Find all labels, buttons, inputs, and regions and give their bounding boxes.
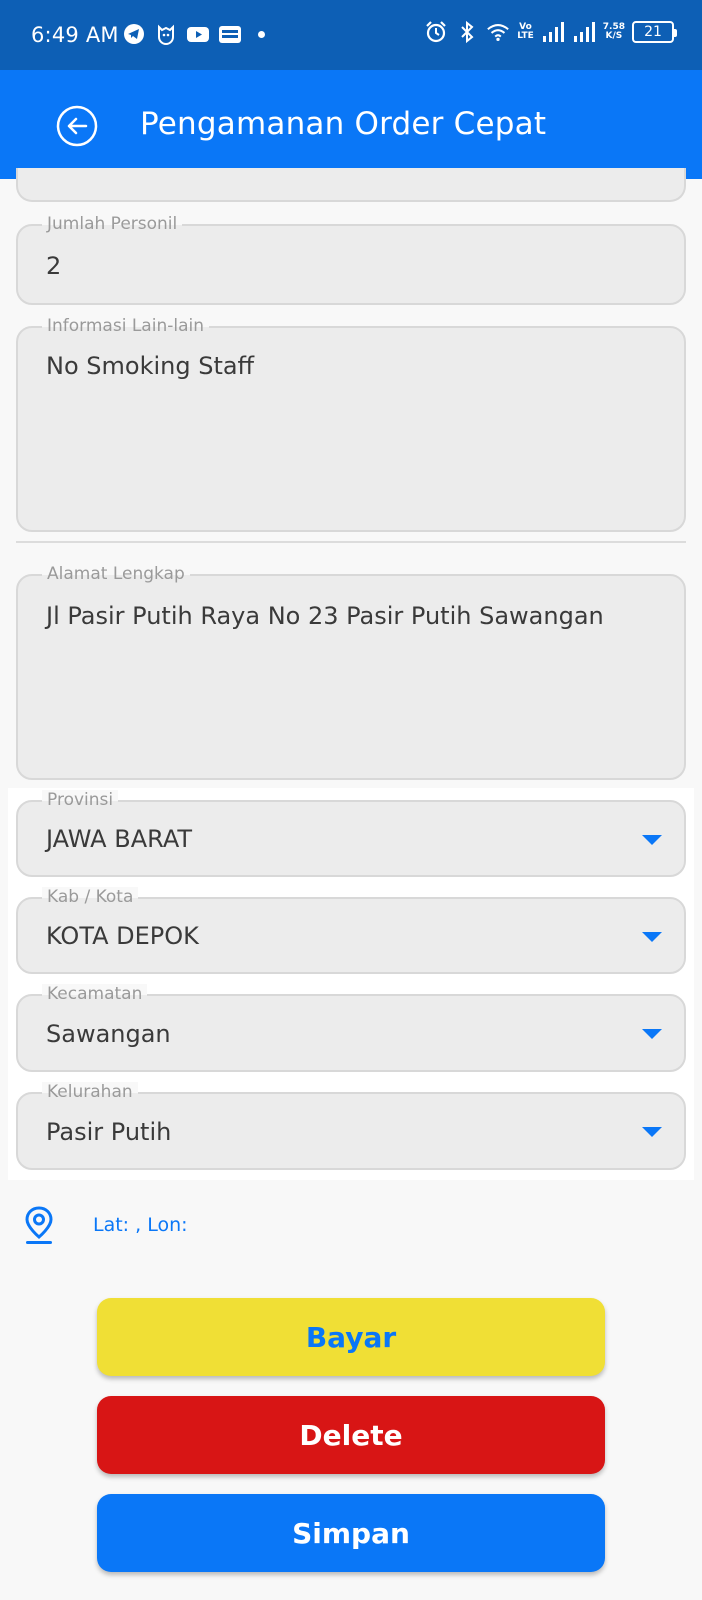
notification-icons [122,22,265,46]
app-bar: Pengamanan Order Cepat [0,70,702,179]
chevron-down-icon[interactable] [642,835,662,845]
kab-kota-select[interactable]: Kab / Kota KOTA DEPOK [16,887,686,974]
alamat-lengkap-label: Alamat Lengkap [42,564,190,584]
provinsi-select[interactable]: Provinsi JAWA BARAT [16,790,686,877]
status-time: 6:49 AM [31,23,119,47]
scrolled-field[interactable] [16,168,686,202]
kelurahan-value: Pasir Putih [46,1118,172,1146]
battery-indicator: 21 [632,21,677,43]
chevron-down-icon[interactable] [642,1029,662,1039]
informasi-lain-value: No Smoking Staff [46,352,255,380]
jumlah-personil-label: Jumlah Personil [42,214,183,234]
informasi-lain-field[interactable]: Informasi Lain-lain No Smoking Staff [16,316,686,532]
simpan-button[interactable]: Simpan [97,1494,605,1572]
back-arrow-icon [56,105,98,147]
kecamatan-select[interactable]: Kecamatan Sawangan [16,984,686,1072]
location-pin-icon[interactable] [23,1205,55,1245]
signal-icon [541,20,565,44]
coordinates-text: Lat: , Lon: [93,1214,188,1236]
delete-button[interactable]: Delete [97,1396,605,1474]
wifi-icon [486,20,510,44]
network-speed: 7.58 K/S [602,22,625,41]
chevron-down-icon[interactable] [642,1127,662,1137]
alarm-icon [424,20,448,44]
kelurahan-label: Kelurahan [42,1082,138,1102]
mi-icon [154,22,178,46]
telegram-icon [122,22,146,46]
bluetooth-icon [455,20,479,44]
page-title: Pengamanan Order Cepat [140,106,547,142]
signal-icon-2 [572,20,596,44]
kecamatan-value: Sawangan [46,1020,171,1048]
volte-indicator: Vo LTE [517,22,534,41]
jumlah-personil-value: 2 [46,252,62,280]
more-notifications-dot [258,30,265,38]
kab-kota-value: KOTA DEPOK [46,922,199,950]
back-button[interactable] [55,104,99,148]
status-bar: 6:49 AM Vo LTE 7.58 K/S 21 [0,0,702,70]
kecamatan-label: Kecamatan [42,984,148,1004]
provinsi-value: JAWA BARAT [46,825,193,853]
kelurahan-select[interactable]: Kelurahan Pasir Putih [16,1082,686,1170]
informasi-lain-label: Informasi Lain-lain [42,316,209,336]
jumlah-personil-field[interactable]: Jumlah Personil 2 [16,214,686,305]
alamat-lengkap-field[interactable]: Alamat Lengkap Jl Pasir Putih Raya No 23… [16,564,686,780]
chevron-down-icon[interactable] [642,932,662,942]
system-icons: Vo LTE 7.58 K/S 21 [424,20,677,44]
divider [16,541,686,543]
app-icon [218,22,242,46]
kab-kota-label: Kab / Kota [42,887,139,907]
alamat-lengkap-value: Jl Pasir Putih Raya No 23 Pasir Putih Sa… [46,602,604,630]
youtube-icon [186,22,210,46]
bayar-button[interactable]: Bayar [97,1298,605,1376]
provinsi-label: Provinsi [42,790,119,810]
